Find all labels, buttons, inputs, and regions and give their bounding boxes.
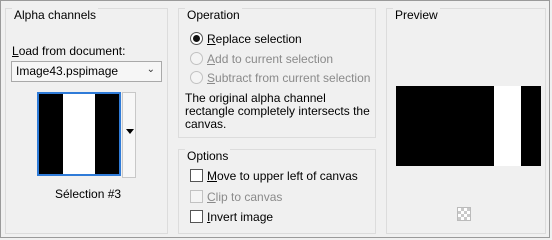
subtract-from-selection-radio[interactable]	[190, 71, 203, 84]
selection-caption: Sélection #3	[55, 187, 122, 201]
replace-selection-radio[interactable]	[190, 32, 203, 45]
radio-selected-dot	[193, 35, 200, 42]
add-to-selection-label[interactable]: Add to current selection	[207, 52, 333, 66]
alpha-channel-thumbnail[interactable]	[37, 92, 121, 176]
preview-image	[396, 86, 541, 166]
preview-black-strip	[521, 86, 541, 166]
thumb-black-bar-right	[95, 94, 119, 174]
move-upper-left-checkbox[interactable]	[190, 169, 203, 182]
thumbnail-dropdown-button[interactable]	[122, 92, 136, 178]
preview-navigate-icon[interactable]	[457, 207, 471, 221]
intersection-message: The original alpha channel rectangle com…	[185, 91, 370, 131]
operation-title: Operation	[185, 8, 242, 22]
document-select[interactable]: Image43.pspimage ⌄	[11, 61, 162, 82]
preview-title: Preview	[393, 8, 440, 22]
alpha-channels-title: Alpha channels	[12, 8, 99, 22]
load-from-document-label: Load from document:	[12, 44, 126, 58]
invert-image-checkbox[interactable]	[190, 210, 203, 223]
clip-to-canvas-checkbox[interactable]	[190, 190, 203, 203]
dropdown-arrow-icon	[126, 129, 134, 134]
add-to-selection-radio[interactable]	[190, 52, 203, 65]
invert-image-label[interactable]: Invert image	[207, 210, 273, 224]
chevron-down-icon: ⌄	[146, 64, 155, 75]
options-title: Options	[185, 149, 231, 163]
document-select-value: Image43.pspimage	[16, 64, 119, 78]
clip-to-canvas-label[interactable]: Clip to canvas	[207, 190, 282, 204]
thumb-black-bar-left	[39, 94, 63, 174]
replace-selection-label[interactable]: Replace selection	[207, 32, 302, 46]
preview-black-region	[396, 86, 494, 166]
move-upper-left-label[interactable]: Move to upper left of canvas	[207, 169, 358, 183]
subtract-from-selection-label[interactable]: Subtract from current selection	[207, 71, 370, 85]
